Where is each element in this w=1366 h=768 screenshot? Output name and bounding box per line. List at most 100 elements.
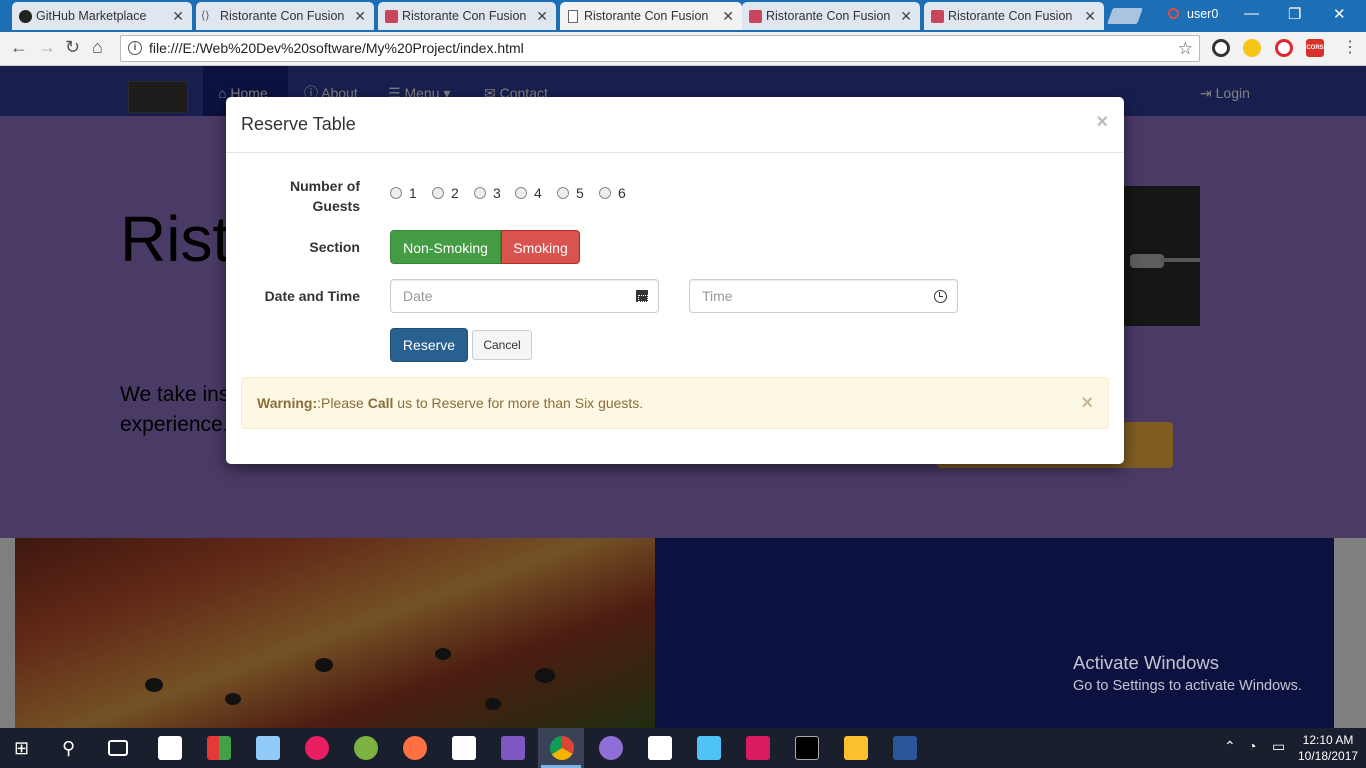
tiles-app-icon[interactable] [207, 736, 231, 760]
system-clock[interactable]: 12:10 AM 10/18/2017 [1298, 732, 1358, 764]
watermark-line: Go to Settings to activate Windows. [1073, 678, 1302, 694]
github-icon [19, 10, 32, 23]
browser-tab[interactable]: Ristorante Con Fusion ✕ [378, 2, 556, 30]
camera-app-icon[interactable] [158, 736, 182, 760]
browser-tab-active[interactable]: Ristorante Con Fusion ✕ [560, 2, 742, 30]
box-app-icon[interactable] [256, 736, 280, 760]
profile-button[interactable]: user0 [1168, 7, 1218, 21]
chrome-icon[interactable] [550, 736, 574, 760]
modal-close-icon[interactable]: × [1096, 111, 1108, 134]
close-tab-icon[interactable]: ✕ [900, 2, 912, 30]
guest-radio-3[interactable]: 3 [474, 185, 501, 201]
clock-date: 10/18/2017 [1298, 749, 1359, 763]
guests-label: Number of Guests [290, 178, 360, 214]
modal-title: Reserve Table [241, 114, 356, 134]
back-icon[interactable]: ← [10, 37, 28, 58]
home-icon[interactable]: ⌂ [92, 37, 103, 58]
modal-header: Reserve Table × [226, 97, 1124, 153]
battery-icon[interactable]: ▭ [1272, 738, 1285, 755]
close-tab-icon[interactable]: ✕ [354, 2, 366, 30]
watermark-line: Activate Windows [1073, 652, 1219, 673]
wifi-icon[interactable]: ◔ [1248, 738, 1256, 754]
guest-radio-2[interactable]: 2 [432, 185, 459, 201]
guest-radio-4[interactable]: 4 [515, 185, 542, 201]
oo-app-icon[interactable] [305, 736, 329, 760]
task-view-icon[interactable] [108, 740, 128, 756]
browser-tab[interactable]: ⟨⟩ Ristorante Con Fusion ✕ [196, 2, 374, 30]
tab-title: Ristorante Con Fusion [766, 9, 891, 23]
reserve-table-modal: Reserve Table × Number of Guests 1 2 3 4… [226, 97, 1124, 464]
date-field[interactable] [390, 279, 659, 313]
time-input[interactable] [691, 281, 921, 311]
editor-app-icon[interactable] [452, 736, 476, 760]
radio-button[interactable] [599, 187, 611, 199]
bookmark-star-icon[interactable]: ☆ [1178, 36, 1193, 61]
emoji-extension-icon[interactable] [1243, 39, 1261, 57]
terminal-icon[interactable] [795, 736, 819, 760]
guest-radio-5[interactable]: 5 [557, 185, 584, 201]
windows-taskbar: ⊞ ⚲ ⌃ ◔ ▭ 12:10 AM 10/18/2017 [0, 728, 1366, 768]
date-input[interactable] [392, 281, 622, 311]
file-explorer-icon[interactable] [844, 736, 868, 760]
radio-label: 5 [576, 185, 584, 201]
browser-tab[interactable]: Ristorante Con Fusion ✕ [924, 2, 1104, 30]
alert-text: us to Reserve for more than Six guests. [393, 395, 644, 411]
tab-title: Ristorante Con Fusion [584, 9, 709, 23]
radio-label: 2 [451, 185, 459, 201]
radio-button[interactable] [390, 187, 402, 199]
non-smoking-button[interactable]: Non-Smoking [390, 230, 501, 264]
snipping-tool-icon[interactable] [648, 736, 672, 760]
minimize-icon[interactable]: — [1244, 5, 1259, 22]
radio-button[interactable] [557, 187, 569, 199]
visual-studio-icon[interactable] [501, 736, 525, 760]
close-tab-icon[interactable]: ✕ [536, 2, 548, 30]
guest-radio-6[interactable]: 6 [599, 185, 626, 201]
address-bar[interactable]: i file:///E:/Web%20Dev%20software/My%20P… [120, 35, 1200, 62]
search-icon[interactable]: ⚲ [62, 736, 86, 760]
clock-icon [934, 290, 947, 303]
bracket-app-icon[interactable] [697, 736, 721, 760]
browser-tabstrip: GitHub Marketplace ✕ ⟨⟩ Ristorante Con F… [0, 0, 1366, 32]
word-icon[interactable] [893, 736, 917, 760]
reload-icon[interactable]: ↻ [65, 37, 80, 58]
alert-close-icon[interactable]: × [1081, 378, 1093, 428]
cors-extension-icon[interactable]: CORS [1306, 39, 1324, 57]
close-window-icon[interactable]: ✕ [1333, 5, 1346, 23]
firefox-icon[interactable] [403, 736, 427, 760]
time-field[interactable] [689, 279, 958, 313]
cancel-button[interactable]: Cancel [472, 330, 532, 360]
browser-tab[interactable]: GitHub Marketplace ✕ [12, 2, 192, 30]
chevron-up-icon[interactable]: ⌃ [1224, 738, 1236, 755]
close-tab-icon[interactable]: ✕ [722, 2, 734, 30]
opera-icon[interactable] [1275, 39, 1293, 57]
close-tab-icon[interactable]: ✕ [172, 2, 184, 30]
radio-label: 1 [409, 185, 417, 201]
github-desktop-icon[interactable] [599, 736, 623, 760]
profile-name: user0 [1187, 7, 1219, 21]
browser-tab[interactable]: Ristorante Con Fusion ✕ [742, 2, 920, 30]
android-studio-icon[interactable] [354, 736, 378, 760]
pdf-icon [749, 10, 762, 23]
radio-button[interactable] [515, 187, 527, 199]
radio-button[interactable] [474, 187, 486, 199]
new-tab-button[interactable] [1107, 8, 1143, 24]
page-icon: ⟨⟩ [201, 10, 210, 22]
alert-strong: Warning: [257, 395, 318, 411]
info-icon[interactable]: i [128, 41, 142, 55]
forward-icon[interactable]: → [38, 37, 56, 58]
close-tab-icon[interactable]: ✕ [1084, 2, 1096, 30]
restore-icon[interactable]: ❐ [1288, 5, 1301, 23]
start-icon[interactable]: ⊞ [14, 736, 38, 760]
radio-button[interactable] [432, 187, 444, 199]
url-text: file:///E:/Web%20Dev%20software/My%20Pro… [149, 40, 524, 56]
pdf-icon [931, 10, 944, 23]
cat-app-icon[interactable] [746, 736, 770, 760]
browser-menu-icon[interactable]: ⋮ [1342, 37, 1358, 56]
guest-radio-1[interactable]: 1 [390, 185, 417, 201]
browser-toolbar: ← → ↻ ⌂ i file:///E:/Web%20Dev%20softwar… [0, 32, 1366, 66]
reserve-button[interactable]: Reserve [390, 328, 468, 362]
tab-title: Ristorante Con Fusion [402, 9, 527, 23]
smoking-button[interactable]: Smoking [501, 230, 580, 264]
extension-icon[interactable] [1212, 39, 1230, 57]
warning-alert: Warning::Please Call us to Reserve for m… [241, 377, 1109, 429]
